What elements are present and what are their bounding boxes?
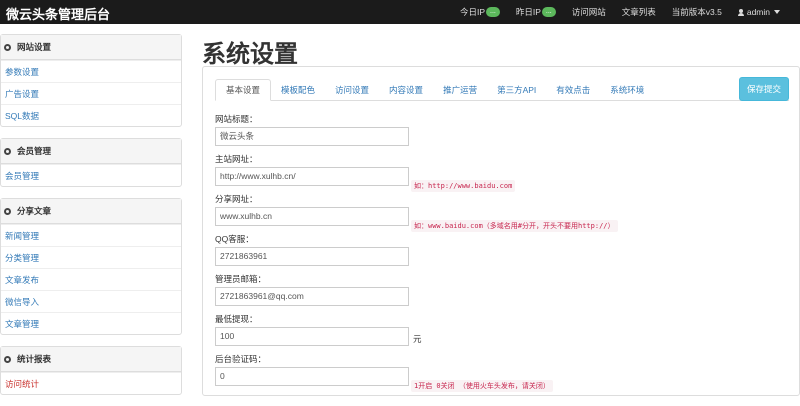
user-icon [737,8,744,16]
top-navbar: 微云头条管理后台 今日IP ... 昨日IP ... 访问网站 文章列表 当前版… [0,0,800,24]
sidebar-section-share-articles: 分享文章 新闻管理 分类管理 文章发布 微信导入 文章管理 [0,198,182,335]
sidebar-item-articles[interactable]: 文章管理 [1,312,181,334]
field-label: 最低提现： [215,314,258,324]
field-hint: 如：www.baidu.com（多域名用#分开，开头不要用http://） [411,220,618,232]
save-button[interactable]: 保存提交 [738,77,789,101]
captcha-input[interactable]: 0 [215,367,409,386]
field-label: 后台验证码： [215,354,267,364]
settings-tabs: 基本设置 模板配色 访问设置 内容设置 推广运营 第三方API 有效点击 系统环… [215,79,789,101]
sidebar-section-header[interactable]: 网站设置 [1,35,181,60]
tab-promotion[interactable]: 推广运营 [433,79,487,101]
admin-email-input[interactable]: 2721863961@qq.com [215,287,409,306]
gear-icon [4,207,11,215]
main-url-input[interactable]: http://www.xulhb.cn/ [215,167,409,186]
field-label: QQ客服： [215,234,254,244]
tab-basic[interactable]: 基本设置 [215,79,272,101]
sidebar-item-news[interactable]: 新闻管理 [1,224,181,246]
nav-user-menu[interactable]: admin [730,7,800,17]
sidebar-item-wechat-import[interactable]: 微信导入 [1,290,181,312]
sidebar-section-title: 会员管理 [17,146,52,156]
qq-input[interactable]: 2721863961 [215,247,409,266]
sidebar-section-members: 会员管理 会员管理 [0,138,182,187]
share-url-input[interactable]: www.xulhb.cn [215,207,409,226]
sidebar-item-sql[interactable]: SQL数据 [1,104,181,126]
tab-third-party-api[interactable]: 第三方API [487,79,546,101]
brand-title[interactable]: 微云头条管理后台 [6,4,110,23]
sidebar-item-categories[interactable]: 分类管理 [1,246,181,268]
sidebar-item-ads[interactable]: 广告设置 [1,82,181,104]
nav-visit-site[interactable]: 访问网站 [564,6,614,18]
tab-valid-clicks[interactable]: 有效点击 [546,79,600,101]
yesterday-ip-label: 昨日IP [515,7,541,17]
nav-version[interactable]: 当前版本v3.5 [664,6,730,18]
sidebar-section-header[interactable]: 会员管理 [1,139,181,164]
gear-icon [4,43,11,51]
tab-content[interactable]: 内容设置 [379,79,433,101]
gear-icon [4,147,11,155]
top-nav: 今日IP ... 昨日IP ... 访问网站 文章列表 当前版本v3.5 adm… [452,0,800,24]
min-withdraw-input[interactable]: 100 [215,327,409,346]
field-hint: 如：http://www.baidu.com [411,180,516,192]
caret-down-icon [774,10,780,14]
sidebar-item-visit-stats[interactable]: 访问统计 [1,372,181,394]
field-label: 主站网址： [215,154,258,164]
sidebar-item-members[interactable]: 会员管理 [1,164,181,186]
field-label: 网站标题： [215,114,258,124]
gear-icon [4,355,11,363]
today-ip-label: 今日IP [459,7,486,17]
username: admin [746,7,770,17]
sidebar: 网站设置 参数设置 广告设置 SQL数据 会员管理 会员管理 分享文章 新闻管理… [0,34,182,406]
tab-template-colors[interactable]: 模板配色 [271,79,325,101]
today-ip-badge: ... [486,7,500,17]
sidebar-item-publish[interactable]: 文章发布 [1,268,181,290]
sidebar-section-title: 分享文章 [17,206,52,216]
sidebar-section-stats: 统计报表 访问统计 [0,346,182,395]
nav-article-list[interactable]: 文章列表 [614,6,664,18]
yesterday-ip-badge: ... [541,7,556,17]
page-title: 系统设置 [202,40,298,68]
nav-yesterday-ip[interactable]: 昨日IP ... [508,6,564,18]
tab-system-env[interactable]: 系统环境 [600,79,654,101]
sidebar-section-header[interactable]: 分享文章 [1,199,181,224]
nav-today-ip[interactable]: 今日IP ... [452,6,508,18]
sidebar-section-title: 网站设置 [17,42,52,52]
field-hint: 1开启 0关闭 （使用火车头发布，请关闭） [411,380,553,392]
sidebar-section-title: 统计报表 [17,354,52,364]
settings-panel: 基本设置 模板配色 访问设置 内容设置 推广运营 第三方API 有效点击 系统环… [202,66,800,396]
currency-unit: 元 [413,334,422,344]
field-label: 分享网址： [215,194,258,204]
field-label: 管理员邮箱： [215,274,267,284]
sidebar-section-website-settings: 网站设置 参数设置 广告设置 SQL数据 [0,34,182,127]
site-title-input[interactable]: 微云头条 [215,127,409,146]
sidebar-item-params[interactable]: 参数设置 [1,60,181,82]
tab-access[interactable]: 访问设置 [325,79,379,101]
sidebar-section-header[interactable]: 统计报表 [1,347,181,372]
